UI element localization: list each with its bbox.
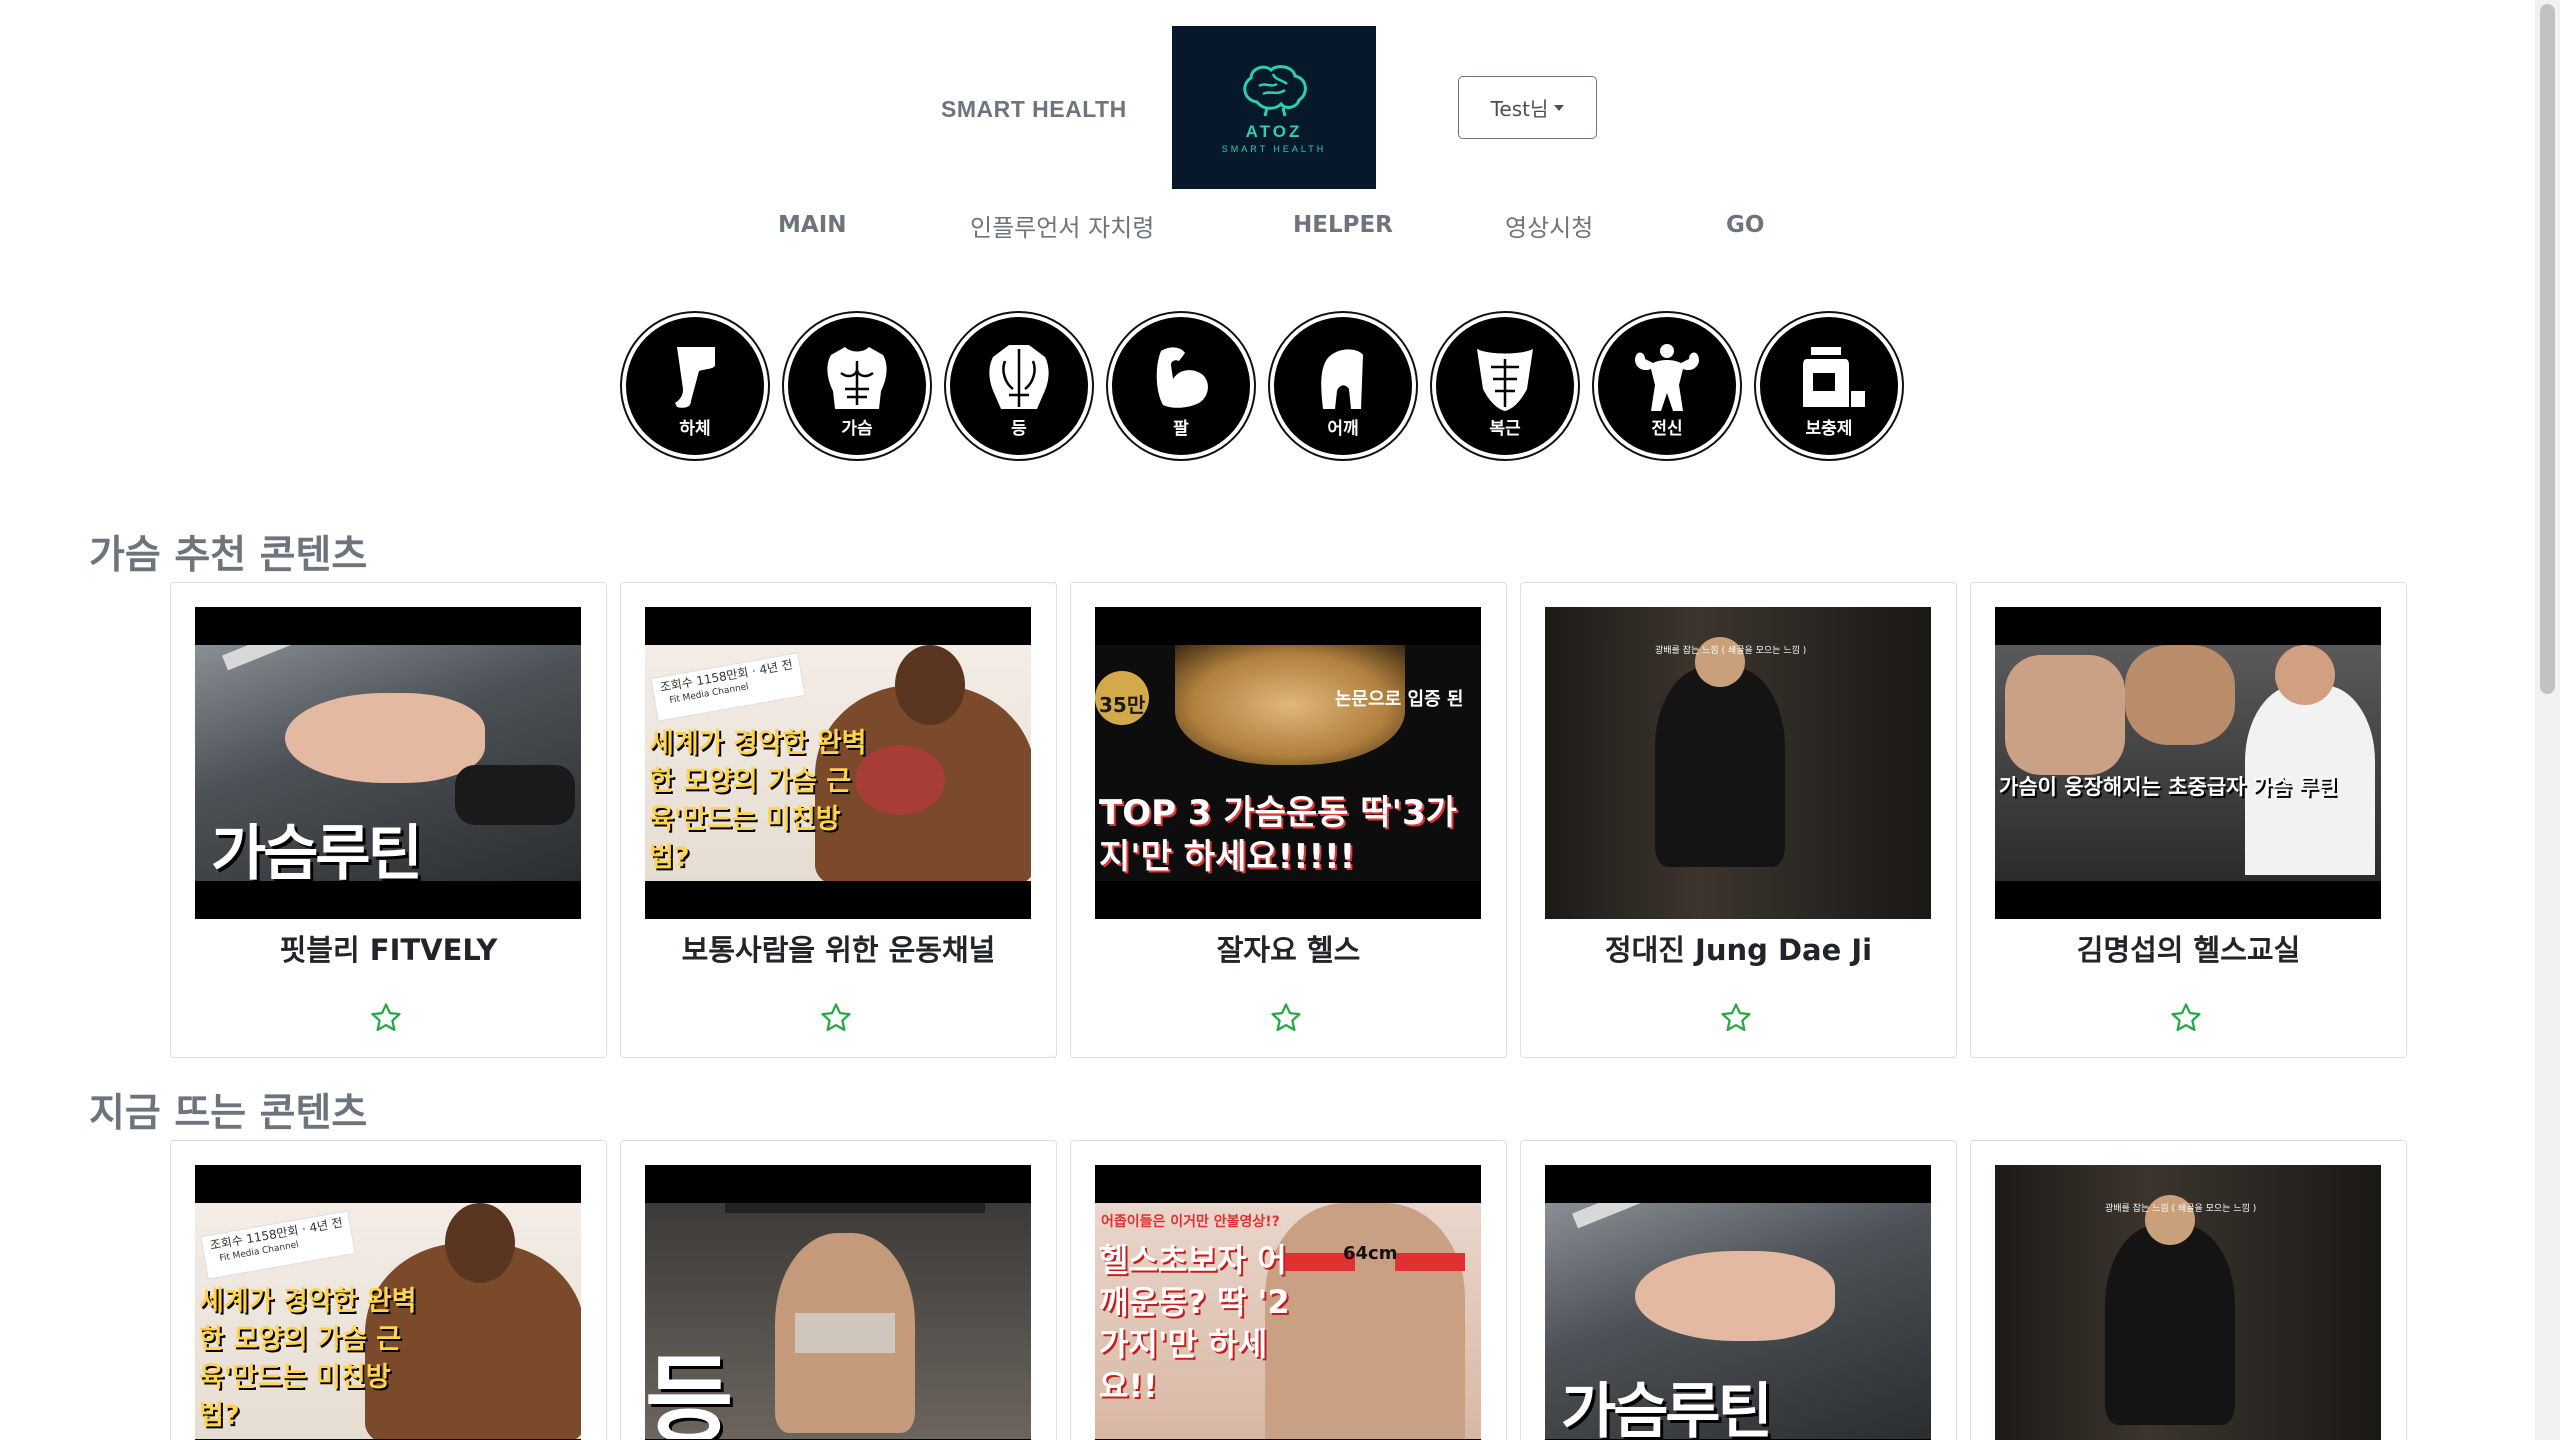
- card-title: 핏블리 FITVELY: [279, 933, 498, 967]
- leg-icon: [675, 347, 715, 408]
- thumbnail-caption: 광배를 잡는 느낌 ( 쇄골을 모으는 느낌 ): [2105, 1204, 2257, 1214]
- scrollbar-thumb[interactable]: [2540, 4, 2555, 694]
- bodybuilder-icon: [1635, 344, 1699, 411]
- category-full-body[interactable]: 전신: [1592, 311, 1742, 461]
- nav-helper[interactable]: HELPER: [1293, 212, 1393, 238]
- thumbnail-text: 등: [645, 1345, 734, 1439]
- category-label: 팔: [1173, 419, 1189, 439]
- shoulder-icon: [1321, 349, 1363, 409]
- star-icon[interactable]: [1719, 1001, 1753, 1035]
- card-title: 잘자요 헬스: [1216, 933, 1361, 967]
- category-label: 어깨: [1327, 419, 1359, 439]
- card-title: 김명섭의 헬스교실: [2076, 933, 2301, 967]
- video-card[interactable]: 35만 논문으로 입증 된 TOP 3 가슴운동 딱'3가지'만 하세요!!!!…: [1070, 582, 1507, 1058]
- thumbnail-text: 가슴루틴: [211, 819, 423, 881]
- thumbnail-caption: 어좁이들은 이거만 안볼영상!?: [1101, 1214, 1280, 1230]
- back-icon: [989, 345, 1049, 409]
- thumbnail-caption: 광배를 잡는 느낌 ( 쇄골을 모으는 느낌 ): [1655, 646, 1807, 656]
- video-thumbnail[interactable]: 가슴루틴: [195, 607, 581, 919]
- video-thumbnail[interactable]: 가슴루틴: [1545, 1165, 1931, 1440]
- main-nav: MAIN 인플루언서 자치령 HELPER 영상시청 GO: [0, 212, 2535, 256]
- star-icon[interactable]: [819, 1001, 853, 1035]
- star-icon[interactable]: [1269, 1001, 1303, 1035]
- category-bar: 하체 가슴 등 팔 어깨 복근 전신 보충제: [620, 311, 1910, 461]
- card-title: 보통사람을 위한 운동채널: [681, 933, 996, 967]
- video-thumbnail[interactable]: 35만 논문으로 입증 된 TOP 3 가슴운동 딱'3가지'만 하세요!!!!…: [1095, 607, 1481, 919]
- brain-icon: [1243, 64, 1307, 116]
- category-chest[interactable]: 가슴: [782, 311, 932, 461]
- video-thumbnail[interactable]: 조회수 1158만회 · 4년 전 Fit Media Channel 세계가 …: [195, 1165, 581, 1440]
- video-thumbnail[interactable]: 조회수 1158만회 · 4년 전 Fit Media Channel 세계가 …: [645, 607, 1031, 919]
- site-header: SMART HEALTH ATOZ SMART HEALTH Test님: [0, 0, 2535, 190]
- category-label: 복근: [1489, 419, 1521, 439]
- thumbnail-text: 헬스초보자 어깨운동? 딱 '2가지'만 하세요!!: [1099, 1241, 1290, 1405]
- logo-subtitle: SMART HEALTH: [1221, 143, 1327, 154]
- category-supplement[interactable]: 보충제: [1754, 311, 1904, 461]
- category-shoulder[interactable]: 어깨: [1268, 311, 1418, 461]
- video-card[interactable]: 가슴루틴: [1520, 1140, 1957, 1440]
- video-thumbnail[interactable]: 가슴이 웅장해지는 초중급자 가슴 루틴: [1995, 607, 2381, 919]
- star-icon[interactable]: [369, 1001, 403, 1035]
- video-thumbnail[interactable]: 광배를 잡는 느낌 ( 쇄골을 모으는 느낌 ): [1995, 1165, 2381, 1440]
- nav-video[interactable]: 영상시청: [1505, 208, 1593, 243]
- supplement-icon: [1803, 347, 1865, 407]
- user-menu-button[interactable]: Test님: [1458, 76, 1597, 139]
- video-card[interactable]: 조회수 1158만회 · 4년 전 Fit Media Channel 세계가 …: [170, 1140, 607, 1440]
- nav-main[interactable]: MAIN: [778, 212, 847, 238]
- video-card[interactable]: 가슴이 웅장해지는 초중급자 가슴 루틴 김명섭의 헬스교실: [1970, 582, 2407, 1058]
- video-card[interactable]: 64cm 어좁이들은 이거만 안볼영상!? 헬스초보자 어깨운동? 딱 '2가지…: [1070, 1140, 1507, 1440]
- thumbnail-text: 세계가 경악한 완벽한 모양의 가슴 근육'만드는 미친방법?: [199, 1286, 417, 1431]
- video-card[interactable]: 등: [620, 1140, 1057, 1440]
- category-abs[interactable]: 복근: [1430, 311, 1580, 461]
- section-title-trending: 지금 뜨는 콘텐츠: [89, 1091, 368, 1136]
- section-title-recommended: 가슴 추천 콘텐츠: [89, 533, 368, 578]
- category-label: 전신: [1651, 419, 1683, 439]
- card-title: 정대진 Jung Dae Ji: [1604, 933, 1873, 967]
- arm-icon: [1156, 347, 1208, 408]
- thumbnail-badge: 64cm: [1343, 1243, 1398, 1264]
- chest-icon: [827, 347, 887, 409]
- brand-text[interactable]: SMART HEALTH: [941, 96, 1127, 123]
- caret-down-icon: [1554, 104, 1565, 111]
- category-back[interactable]: 등: [944, 311, 1094, 461]
- thumbnail-text: 가슴루틴: [1561, 1377, 1773, 1439]
- star-icon[interactable]: [2169, 1001, 2203, 1035]
- category-label: 하체: [679, 419, 711, 439]
- video-card[interactable]: 조회수 1158만회 · 4년 전 Fit Media Channel 세계가 …: [620, 582, 1057, 1058]
- video-thumbnail[interactable]: 광배를 잡는 느낌 ( 쇄골을 모으는 느낌 ): [1545, 607, 1931, 919]
- user-menu-label: Test님: [1490, 97, 1549, 121]
- video-thumbnail[interactable]: 64cm 어좁이들은 이거만 안볼영상!? 헬스초보자 어깨운동? 딱 '2가지…: [1095, 1165, 1481, 1440]
- video-card[interactable]: 광배를 잡는 느낌 ( 쇄골을 모으는 느낌 ): [1970, 1140, 2407, 1440]
- category-lower-body[interactable]: 하체: [620, 311, 770, 461]
- thumbnail-text: 세계가 경악한 완벽한 모양의 가슴 근육'만드는 미친방법?: [649, 728, 867, 873]
- video-card[interactable]: 광배를 잡는 느낌 ( 쇄골을 모으는 느낌 ) 정대진 Jung Dae Ji: [1520, 582, 1957, 1058]
- abs-icon: [1477, 349, 1533, 411]
- thumbnail-text: 가슴이 웅장해지는 초중급자 가슴 루틴: [1999, 775, 2338, 799]
- logo-title: ATOZ: [1245, 121, 1303, 141]
- category-label: 가슴: [841, 419, 873, 439]
- nav-go[interactable]: GO: [1726, 212, 1764, 238]
- category-label: 등: [1011, 419, 1027, 439]
- category-arm[interactable]: 팔: [1106, 311, 1256, 461]
- thumbnail-badge: 35만: [1099, 693, 1146, 717]
- thumbnail-text: TOP 3 가슴운동 딱'3가지'만 하세요!!!!!: [1099, 793, 1457, 877]
- video-thumbnail[interactable]: 등: [645, 1165, 1031, 1440]
- page-scrollbar[interactable]: [2535, 0, 2560, 1440]
- nav-influencer[interactable]: 인플루언서 자치령: [970, 208, 1154, 243]
- category-label: 보충제: [1805, 419, 1853, 439]
- logo[interactable]: ATOZ SMART HEALTH: [1172, 26, 1376, 189]
- thumbnail-caption: 논문으로 입증 된: [1335, 689, 1464, 710]
- video-card[interactable]: 가슴루틴 핏블리 FITVELY: [170, 582, 607, 1058]
